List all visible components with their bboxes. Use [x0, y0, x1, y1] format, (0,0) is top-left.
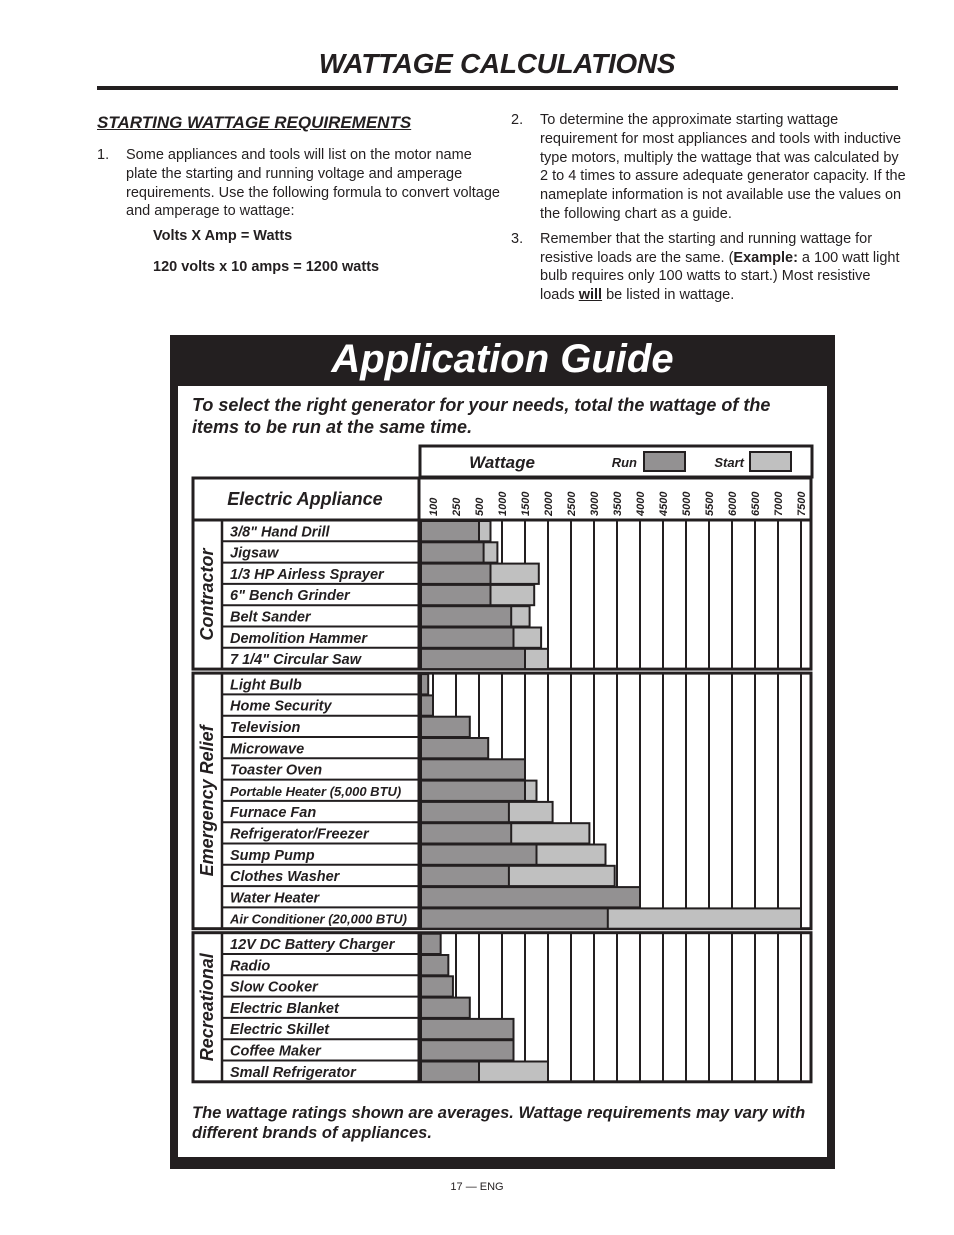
run-bar — [420, 1060, 480, 1083]
run-bar — [420, 626, 515, 649]
appliance-label: Furnace Fan — [230, 805, 316, 821]
x-tick-label: 6000 — [727, 491, 739, 516]
run-bar — [420, 843, 538, 866]
appliance-label: Electric Blanket — [230, 1001, 340, 1017]
legend-start-label: Start — [714, 455, 744, 470]
run-bar — [420, 996, 471, 1019]
run-bar — [420, 715, 471, 739]
legend-run-swatch — [643, 451, 686, 472]
appliance-label: 7 1/4" Circular Saw — [230, 652, 363, 668]
appliance-label: Toaster Oven — [230, 763, 322, 779]
run-bar — [420, 886, 641, 909]
appliance-label: 3/8" Hand Drill — [230, 524, 331, 540]
appliance-label: Small Refrigerator — [230, 1065, 357, 1081]
page-number: 17 — ENG — [450, 1181, 504, 1193]
x-tick-label: 3500 — [612, 491, 624, 516]
x-tick-label: 4000 — [635, 491, 647, 517]
x-tick-label: 4500 — [658, 491, 670, 517]
x-axis-label: Wattage — [469, 453, 535, 472]
appliance-label: Microwave — [230, 741, 304, 757]
x-tick-label: 5000 — [681, 491, 693, 516]
x-tick-label: 100 — [428, 497, 440, 516]
appliance-label: Air Conditioner (20,000 BTU) — [229, 912, 407, 927]
run-bar — [420, 583, 492, 607]
x-tick-label: 1000 — [497, 491, 509, 516]
x-tick-label: 6500 — [750, 491, 762, 516]
appliance-label: Electric Skillet — [230, 1022, 330, 1038]
appliance-label: Portable Heater (5,000 BTU) — [230, 784, 401, 799]
appliance-label: Refrigerator/Freezer — [230, 827, 370, 843]
appliance-label: Sump Pump — [230, 848, 315, 864]
appliance-label: Demolition Hammer — [230, 631, 368, 647]
appliance-label: Slow Cooker — [230, 980, 319, 996]
appliance-label: Belt Sander — [230, 610, 312, 626]
group-label: Recreational — [197, 952, 217, 1061]
legend-run-label: Run — [612, 455, 637, 470]
appliance-label: 1/3 HP Airless Sprayer — [230, 567, 385, 583]
run-bar — [420, 520, 480, 543]
run-bar — [420, 541, 485, 564]
run-bar — [420, 647, 526, 671]
appliance-label: Coffee Maker — [230, 1044, 322, 1060]
appliance-label: 6" Bench Grinder — [230, 588, 351, 604]
run-bar — [420, 737, 490, 760]
run-bar — [420, 800, 510, 824]
wattage-chart: Wattage Run Start Electric Appliance 100 250 5… — [191, 444, 814, 1084]
appliance-label: Television — [230, 720, 301, 736]
run-bar — [420, 975, 454, 998]
appliance-label: Radio — [230, 958, 270, 974]
appliance-label: 12V DC Battery Charger — [230, 937, 396, 953]
run-bar — [420, 562, 492, 585]
group-label: Emergency Relief — [197, 723, 217, 876]
run-bar — [420, 694, 434, 717]
run-bar — [420, 605, 513, 628]
x-tick-label: 500 — [474, 497, 486, 516]
run-bar — [420, 822, 513, 845]
legend-start-swatch — [749, 451, 792, 472]
run-bar — [420, 954, 450, 977]
run-bar — [420, 673, 430, 696]
group-label: Contractor — [197, 548, 217, 641]
run-bar — [420, 1017, 515, 1041]
appliance-label: Jigsaw — [230, 546, 280, 562]
run-bar — [420, 907, 609, 930]
x-tick-label: 7000 — [773, 491, 785, 516]
appliance-label: Light Bulb — [230, 677, 302, 693]
x-tick-label: 2500 — [566, 491, 578, 517]
appliance-label: Water Heater — [230, 890, 321, 906]
run-bar — [420, 932, 442, 956]
appliance-label: Home Security — [230, 699, 332, 715]
x-tick-label: 1500 — [520, 491, 532, 516]
run-bar — [420, 779, 526, 802]
appliance-label: Clothes Washer — [230, 869, 341, 885]
x-tick-label: 5500 — [704, 491, 716, 516]
x-tick-label: 250 — [451, 497, 463, 517]
x-tick-label: 3000 — [589, 491, 601, 516]
run-bar — [420, 758, 526, 781]
run-bar — [420, 1039, 515, 1062]
run-bar — [420, 864, 510, 888]
y-axis-label: Electric Appliance — [227, 489, 382, 509]
x-tick-label: 7500 — [796, 491, 808, 516]
x-tick-label: 2000 — [543, 491, 555, 517]
